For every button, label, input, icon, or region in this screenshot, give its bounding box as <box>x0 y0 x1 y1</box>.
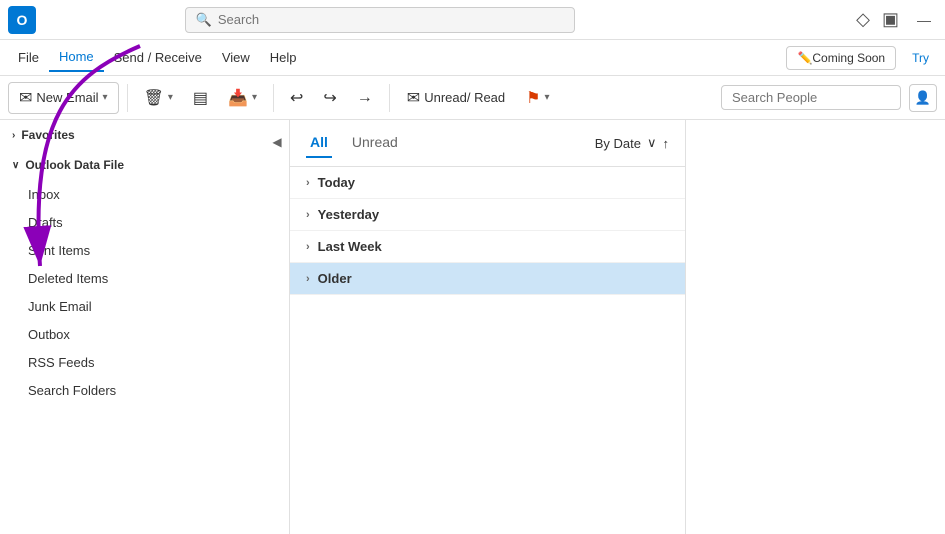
toolbar: ✉ New Email ▾ 🗑 ▾ ▤ 📥 ▾ ↩ ↪ → ✉ Unread/ … <box>0 76 945 120</box>
group-today[interactable]: › Today <box>290 167 685 199</box>
outlook-data-file-chevron-icon: ∨ <box>12 160 19 171</box>
sort-order-icon: ↑ <box>663 136 670 151</box>
new-email-icon: ✉ <box>19 88 32 108</box>
title-search-input[interactable] <box>218 12 564 27</box>
sort-label: By Date <box>595 136 641 151</box>
delete-button[interactable]: 🗑 ▾ <box>136 83 181 113</box>
flag-dropdown-icon: ▾ <box>545 92 550 103</box>
menu-help[interactable]: Help <box>260 44 307 71</box>
redo-button[interactable]: ↪ <box>315 83 344 113</box>
search-people-box[interactable] <box>721 85 901 110</box>
favorites-chevron-icon: › <box>12 130 15 141</box>
unread-envelope-icon: ✉ <box>407 88 420 108</box>
sidebar-collapse-button[interactable]: ◀ <box>265 130 289 154</box>
group-last-week-chevron-icon: › <box>306 241 310 253</box>
delete-icon: 🗑 <box>144 88 164 108</box>
group-yesterday-chevron-icon: › <box>306 209 310 221</box>
sidebar-item-junk-email[interactable]: Junk Email <box>4 293 285 320</box>
tab-all[interactable]: All <box>306 128 332 158</box>
sort-control[interactable]: By Date ∨ ↑ <box>595 135 669 151</box>
group-older[interactable]: › Older <box>290 263 685 295</box>
forward-icon: → <box>357 89 373 107</box>
toolbar-separator-2 <box>273 84 274 112</box>
move-button[interactable]: 📥 ▾ <box>220 83 265 113</box>
toolbar-separator-1 <box>127 84 128 112</box>
sidebar-item-search-folders[interactable]: Search Folders <box>4 377 285 404</box>
menu-bar: File Home Send / Receive View Help ✏️ Co… <box>0 40 945 76</box>
email-list-header: All Unread By Date ∨ ↑ <box>290 120 685 167</box>
menu-send-receive[interactable]: Send / Receive <box>104 44 212 71</box>
unread-read-button[interactable]: ✉ Unread/ Read <box>398 82 514 114</box>
sidebar-item-sent-items[interactable]: Sent Items <box>4 237 285 264</box>
new-email-button[interactable]: ✉ New Email ▾ <box>8 82 119 114</box>
sidebar-item-drafts[interactable]: Drafts <box>4 209 285 236</box>
tab-unread[interactable]: Unread <box>348 128 402 158</box>
sort-dropdown-icon: ∨ <box>647 135 657 151</box>
title-search-icon: 🔍 <box>196 12 212 28</box>
group-yesterday-label: Yesterday <box>318 207 379 222</box>
archive-button[interactable]: ▤ <box>185 83 216 113</box>
group-older-label: Older <box>318 271 352 286</box>
flag-button[interactable]: ⚑ ▾ <box>518 83 557 113</box>
menu-view[interactable]: View <box>212 44 260 71</box>
title-right-icons: ◇ ▣ — <box>856 9 937 30</box>
search-people-input[interactable] <box>732 90 890 105</box>
new-email-dropdown-icon: ▾ <box>103 92 108 103</box>
unread-read-label: Unread/ Read <box>424 90 505 105</box>
flag-icon: ⚑ <box>526 88 540 108</box>
menu-home[interactable]: Home <box>49 43 104 72</box>
sidebar-item-deleted-items[interactable]: Deleted Items <box>4 265 285 292</box>
menu-file[interactable]: File <box>8 44 49 71</box>
group-older-chevron-icon: › <box>306 273 310 285</box>
right-panel <box>685 120 945 534</box>
forward-button[interactable]: → <box>349 84 381 112</box>
sidebar-item-outbox[interactable]: Outbox <box>4 321 285 348</box>
move-dropdown-icon: ▾ <box>252 92 257 103</box>
toolbar-separator-3 <box>389 84 390 112</box>
outlook-logo: O <box>8 6 36 34</box>
minimize-button[interactable]: — <box>911 10 937 30</box>
email-list: › Today › Yesterday › Last Week › Older <box>290 167 685 534</box>
outlook-data-file-label: Outlook Data File <box>25 158 124 172</box>
archive-icon: ▤ <box>193 88 208 108</box>
group-today-label: Today <box>318 175 355 190</box>
title-bar: O 🔍 ◇ ▣ — <box>0 0 945 40</box>
group-yesterday[interactable]: › Yesterday <box>290 199 685 231</box>
move-icon: 📥 <box>228 88 248 108</box>
group-last-week-label: Last Week <box>318 239 382 254</box>
outlook-data-file-header[interactable]: ∨ Outlook Data File <box>0 150 289 180</box>
content-area: All Unread By Date ∨ ↑ › Today › Yesterd… <box>290 120 685 534</box>
group-last-week[interactable]: › Last Week <box>290 231 685 263</box>
qr-icon[interactable]: ▣ <box>882 9 899 30</box>
sidebar-item-inbox[interactable]: Inbox <box>4 181 285 208</box>
favorites-label: Favorites <box>21 128 74 142</box>
new-email-label: New Email <box>36 90 98 105</box>
favorites-header[interactable]: › Favorites <box>0 120 289 150</box>
title-search-box[interactable]: 🔍 <box>185 7 575 33</box>
undo-button[interactable]: ↩ <box>282 83 311 113</box>
main-layout: ◀ › Favorites ∨ Outlook Data File Inbox … <box>0 120 945 534</box>
undo-icon: ↩ <box>290 88 303 108</box>
sidebar: ◀ › Favorites ∨ Outlook Data File Inbox … <box>0 120 290 534</box>
coming-soon-label: Coming Soon <box>812 51 885 65</box>
coming-soon-button[interactable]: ✏️ Coming Soon <box>786 46 896 70</box>
profile-avatar-icon: 👤 <box>915 90 931 106</box>
redo-icon: ↪ <box>323 88 336 108</box>
delete-dropdown-icon: ▾ <box>168 92 173 103</box>
try-button[interactable]: Try <box>904 47 937 69</box>
profile-icon[interactable]: 👤 <box>909 84 937 112</box>
diamond-icon[interactable]: ◇ <box>856 9 870 30</box>
group-today-chevron-icon: › <box>306 177 310 189</box>
wand-icon: ✏️ <box>797 51 812 65</box>
sidebar-item-rss-feeds[interactable]: RSS Feeds <box>4 349 285 376</box>
